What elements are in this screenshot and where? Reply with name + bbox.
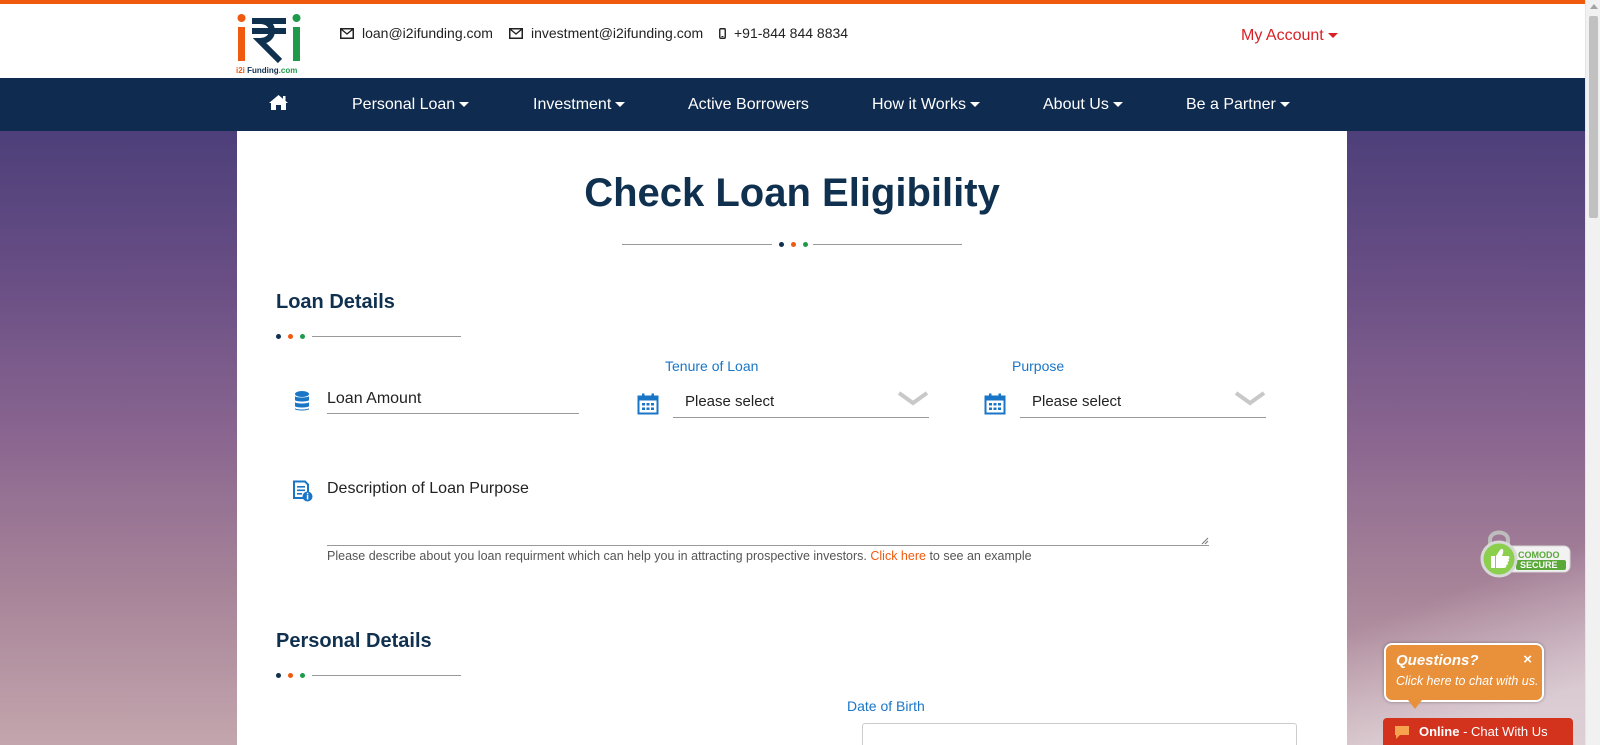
tenure-select-value: Please select bbox=[685, 393, 775, 410]
chat-bar-text: Online - Chat With Us bbox=[1419, 724, 1548, 739]
contact-phone[interactable]: +91-844 844 8834 bbox=[719, 25, 848, 41]
calendar-icon bbox=[637, 393, 659, 415]
nav-be-a-partner[interactable]: Be a Partner bbox=[1186, 78, 1290, 131]
divider-dot bbox=[779, 242, 784, 247]
loan-description-textarea[interactable] bbox=[327, 476, 1209, 546]
resize-grip-icon[interactable] bbox=[1201, 537, 1209, 545]
divider-line bbox=[312, 336, 461, 337]
loan-amount-input[interactable] bbox=[327, 384, 579, 414]
secure-badge-line2: SECURE bbox=[1520, 560, 1558, 570]
nav-about-us-label: About Us bbox=[1043, 96, 1109, 113]
caret-down-icon bbox=[1112, 102, 1123, 108]
chat-subtitle: Click here to chat with us. bbox=[1396, 674, 1539, 688]
main-nav: Personal Loan Investment Active Borrower… bbox=[0, 78, 1585, 131]
close-icon[interactable]: × bbox=[1523, 651, 1532, 668]
title-divider bbox=[622, 240, 962, 250]
divider-line bbox=[622, 244, 772, 245]
chat-prompt-bubble[interactable]: Questions? Click here to chat with us. × bbox=[1384, 643, 1544, 709]
phone-number-text: +91-844 844 8834 bbox=[734, 25, 849, 41]
caret-down-icon bbox=[1327, 33, 1338, 39]
envelope-icon bbox=[509, 27, 523, 39]
personal-details-divider bbox=[276, 671, 461, 681]
nav-how-it-works[interactable]: How it Works bbox=[872, 78, 980, 131]
home-icon bbox=[269, 95, 288, 110]
nav-investment-label: Investment bbox=[533, 96, 612, 113]
contact-investment-email[interactable]: investment@i2ifunding.com bbox=[509, 25, 703, 41]
divider-dot bbox=[288, 673, 293, 678]
loan-details-divider bbox=[276, 332, 461, 342]
chat-question: Questions? bbox=[1396, 652, 1479, 669]
database-icon bbox=[295, 391, 309, 411]
my-account-label: My Account bbox=[1241, 27, 1324, 44]
tenure-label: Tenure of Loan bbox=[665, 358, 759, 374]
description-field-wrap bbox=[327, 476, 1209, 546]
divider-line bbox=[312, 675, 461, 676]
example-link[interactable]: Click here bbox=[870, 549, 926, 563]
site-header: i2i Funding.com loan@i2ifunding.com inve… bbox=[0, 4, 1585, 78]
nav-investment[interactable]: Investment bbox=[533, 78, 626, 131]
nav-personal-loan-label: Personal Loan bbox=[352, 96, 456, 113]
chevron-down-icon bbox=[1234, 391, 1266, 406]
dob-input[interactable] bbox=[862, 723, 1297, 745]
bubble-tail bbox=[1408, 700, 1422, 709]
nav-be-a-partner-label: Be a Partner bbox=[1186, 96, 1276, 113]
divider-dot bbox=[300, 673, 305, 678]
nav-active-borrowers-label: Active Borrowers bbox=[688, 96, 809, 113]
help-suffix: to see an example bbox=[929, 549, 1032, 563]
nav-home[interactable] bbox=[268, 94, 289, 114]
purpose-select-value: Please select bbox=[1032, 393, 1122, 410]
eligibility-form-card: Check Loan Eligibility Loan Details Tenu… bbox=[237, 131, 1347, 745]
divider-dot bbox=[276, 334, 281, 339]
purpose-label: Purpose bbox=[1012, 358, 1065, 374]
divider-dot bbox=[803, 242, 808, 247]
caret-down-icon bbox=[1279, 102, 1290, 108]
caret-down-icon bbox=[459, 102, 470, 108]
divider-line bbox=[813, 244, 962, 245]
page-scrollbar[interactable] bbox=[1585, 0, 1600, 745]
nav-how-it-works-label: How it Works bbox=[872, 96, 966, 113]
loan-details-heading: Loan Details bbox=[276, 291, 395, 313]
nav-active-borrowers[interactable]: Active Borrowers bbox=[688, 78, 809, 131]
document-info-icon bbox=[293, 480, 313, 502]
logo-mark bbox=[237, 14, 301, 64]
chat-status: Online bbox=[1419, 724, 1460, 739]
calendar-icon bbox=[984, 393, 1006, 415]
envelope-icon bbox=[340, 27, 354, 39]
mobile-phone-icon bbox=[719, 27, 726, 39]
chat-bar-label: - Chat With Us bbox=[1459, 724, 1548, 739]
chat-bubble-icon bbox=[1395, 726, 1409, 739]
nav-about-us[interactable]: About Us bbox=[1043, 78, 1123, 131]
chat-launcher-bar[interactable]: Online - Chat With Us bbox=[1383, 718, 1573, 745]
divider-dot bbox=[276, 673, 281, 678]
tenure-select[interactable]: Please select bbox=[673, 384, 929, 418]
scroll-up-arrow-icon[interactable] bbox=[1590, 4, 1598, 9]
site-logo[interactable]: i2i Funding.com bbox=[236, 11, 306, 75]
loan-email-text: loan@i2ifunding.com bbox=[362, 25, 493, 41]
my-account-dropdown[interactable]: My Account bbox=[1241, 27, 1338, 45]
logo-wordmark: i2i Funding.com bbox=[236, 66, 298, 75]
nav-personal-loan[interactable]: Personal Loan bbox=[352, 78, 470, 131]
personal-details-heading: Personal Details bbox=[276, 630, 432, 652]
comodo-secure-badge[interactable]: COMODO SECURE bbox=[1478, 526, 1573, 578]
contact-loan-email[interactable]: loan@i2ifunding.com bbox=[340, 25, 493, 41]
help-text: Please describe about you loan requirmen… bbox=[327, 549, 867, 563]
caret-down-icon bbox=[969, 102, 980, 108]
divider-dot bbox=[300, 334, 305, 339]
description-help-text: Please describe about you loan requirmen… bbox=[327, 549, 1032, 563]
purpose-select[interactable]: Please select bbox=[1020, 384, 1266, 418]
dob-label: Date of Birth bbox=[847, 698, 925, 714]
chevron-down-icon bbox=[897, 391, 929, 406]
investment-email-text: investment@i2ifunding.com bbox=[531, 25, 704, 41]
divider-dot bbox=[791, 242, 796, 247]
divider-dot bbox=[288, 334, 293, 339]
scrollbar-thumb[interactable] bbox=[1589, 16, 1598, 218]
secure-badge-line1: COMODO bbox=[1518, 550, 1560, 560]
caret-down-icon bbox=[615, 102, 626, 108]
page-title: Check Loan Eligibility bbox=[584, 171, 1000, 215]
